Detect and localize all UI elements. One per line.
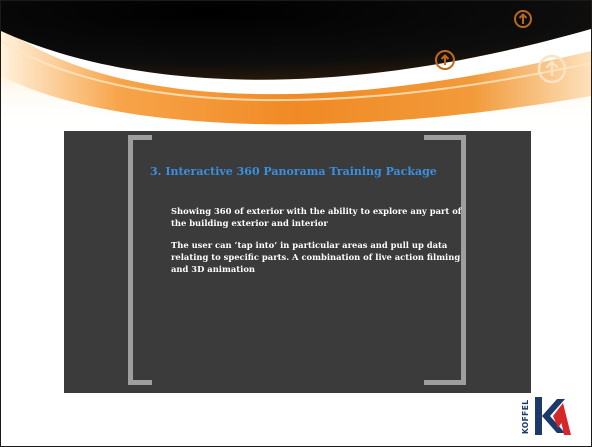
koffel-logo: KOFFEL xyxy=(521,393,573,439)
slide-title: 3. Interactive 360 Panorama Training Pac… xyxy=(150,165,437,178)
logo-wordmark: KOFFEL xyxy=(521,399,530,435)
header-banner xyxy=(1,1,591,126)
content-panel: 3. Interactive 360 Panorama Training Pac… xyxy=(64,131,531,393)
body-paragraph-2: The user can ‘tap into’ in particular ar… xyxy=(171,240,461,274)
swoosh-graphic xyxy=(1,1,591,126)
body-paragraph-1: Showing 360 of exterior with the ability… xyxy=(171,206,462,228)
arrow-up-circle-icon xyxy=(514,10,532,28)
presentation-slide: 3. Interactive 360 Panorama Training Pac… xyxy=(0,0,592,447)
arrow-up-circle-icon xyxy=(435,50,455,70)
logo-mark xyxy=(535,397,571,435)
arrow-up-circle-icon xyxy=(537,54,567,84)
slide-body: Showing 360 of exterior with the ability… xyxy=(171,205,471,285)
left-bracket-decoration xyxy=(128,135,152,385)
